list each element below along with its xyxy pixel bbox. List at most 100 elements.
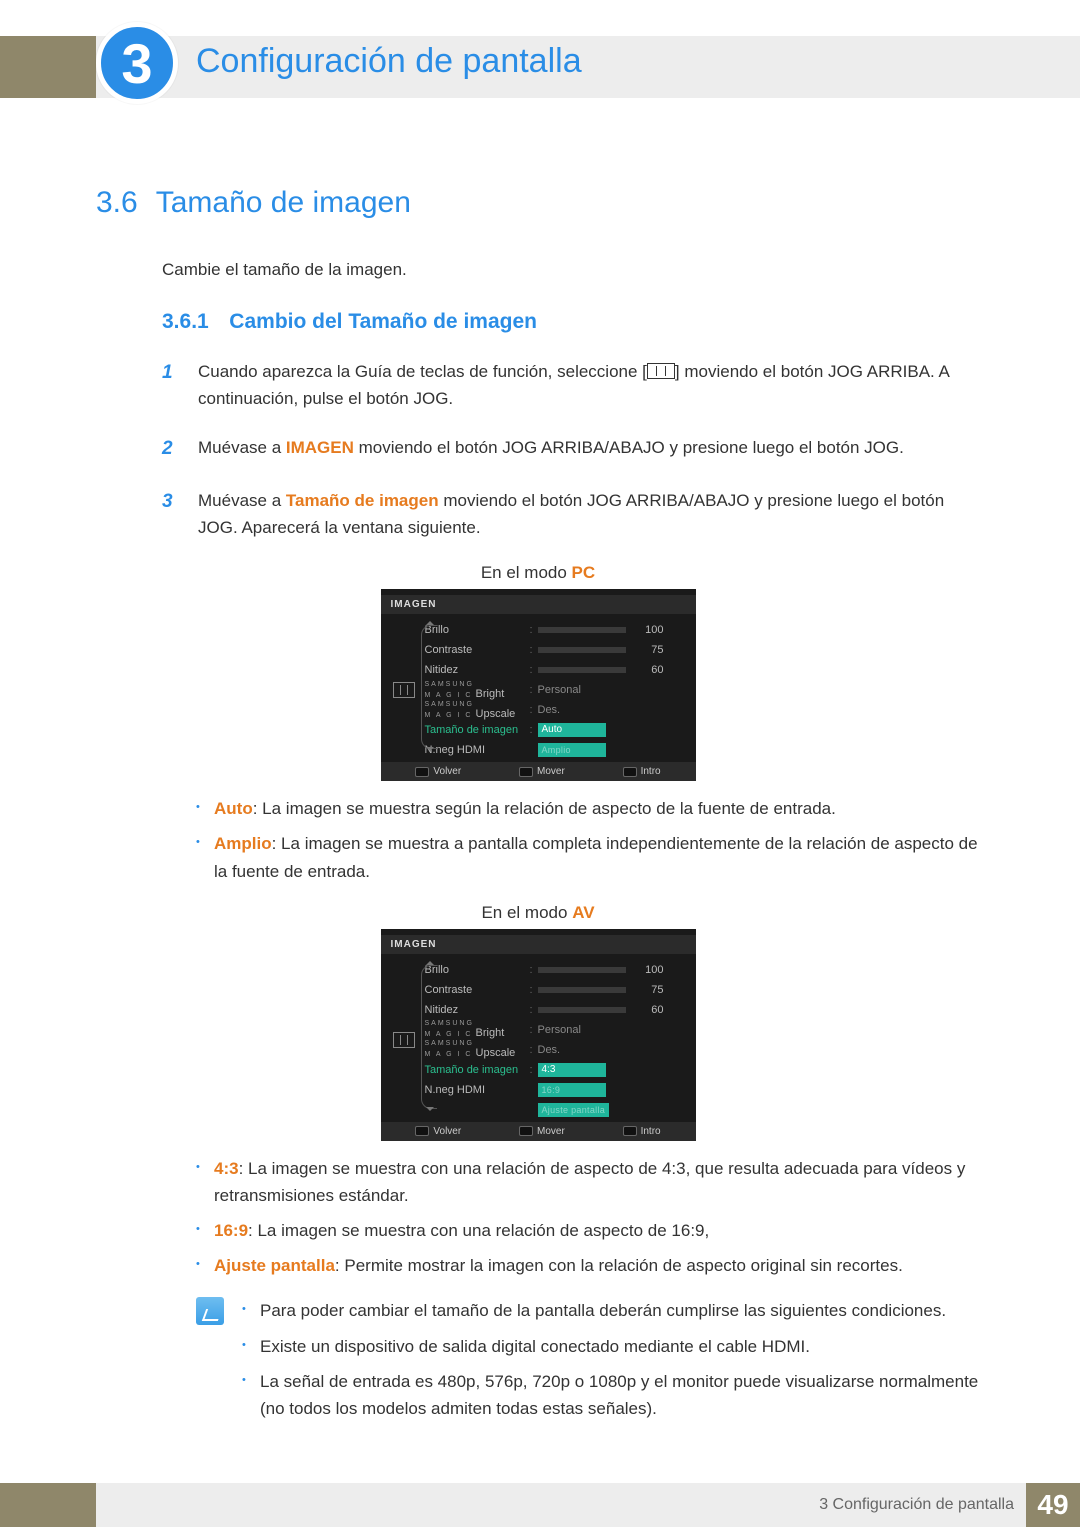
osd-row-contraste: Contraste:75 [425,980,688,1000]
suffix: Bright [476,1027,505,1039]
label: Contraste [425,644,530,656]
term: 16:9 [214,1221,248,1240]
value: Personal [538,684,581,696]
section-intro: Cambie el tamaño de la imagen. [162,260,980,280]
term: 4:3 [214,1159,239,1178]
osd-row-tamano: Tamaño de imagen:4:3 [425,1060,688,1080]
osd-panel: IMAGEN Brillo:100 Contraste:75 Nitidez:6… [381,589,696,781]
bullet-43: 4:3: La imagen se muestra con una relaci… [196,1155,980,1209]
option-selected: 4:3 [538,1063,606,1077]
osd-row-brillo: Brillo:100 [425,960,688,980]
note-box: Para poder cambiar el tamaño de la panta… [196,1297,980,1430]
term: Auto [214,799,253,818]
text: : La imagen se muestra a pantalla comple… [214,834,978,880]
osd-enter: Intro [623,766,661,777]
osd-back: Volver [415,1126,461,1137]
text: En el modo [481,903,572,922]
label: Tamaño de imagen [425,724,530,736]
page-content: 3.6 Tamaño de imagen Cambie el tamaño de… [96,186,980,1430]
section-title: Tamaño de imagen [156,186,411,220]
osd-panel: IMAGEN Brillo:100 Contraste:75 Nitidez:6… [381,929,696,1141]
osd-row-brillo: Brillo:100 [425,620,688,640]
value: 100 [634,624,664,636]
osd-row-tamano: Tamaño de imagen:Auto [425,720,688,740]
osd-row-contraste: Contraste:75 [425,640,688,660]
text: Muévase a [198,438,286,457]
menu-icon [647,363,675,379]
subsection-number: 3.6.1 [162,310,209,333]
value: 75 [634,984,664,996]
magic: M A G I C [425,1051,473,1058]
label: Brillo [425,964,530,976]
value: 75 [634,644,664,656]
osd-enter: Intro [623,1126,661,1137]
suffix: Upscale [476,708,516,720]
osd-footer: Volver Mover Intro [381,762,696,781]
option-selected: Auto [538,723,606,737]
footer-label: 3 Configuración de pantalla [819,1496,1014,1514]
page-number: 49 [1026,1483,1080,1527]
brand: SAMSUNG [425,681,530,688]
bullet-amplio: Amplio: La imagen se muestra a pantalla … [196,830,980,884]
osd-row-magic-upscale: SAMSUNGM A G I C Upscale:Des. [425,700,688,720]
step-2: 2 Muévase a IMAGEN moviendo el botón JOG… [162,434,980,464]
menu-icon [393,682,415,698]
text: : La imagen se muestra según la relación… [253,799,836,818]
note-item: La señal de entrada es 480p, 576p, 720p … [242,1368,980,1422]
step-number: 2 [162,434,182,464]
value: 60 [634,664,664,676]
av-options-list: 4:3: La imagen se muestra con una relaci… [196,1155,980,1280]
page-footer: 3 Configuración de pantalla 49 [0,1483,1080,1527]
note-item: Para poder cambiar el tamaño de la panta… [242,1297,980,1324]
step-text: Muévase a IMAGEN moviendo el botón JOG A… [198,434,980,464]
label: Nitidez [425,1004,530,1016]
label: N.neg HDMI [425,744,530,756]
chapter-title: Configuración de pantalla [196,42,582,81]
text: : La imagen se muestra con una relación … [214,1159,965,1205]
osd-footer: Volver Mover Intro [381,1122,696,1141]
menu-icon [393,1032,415,1048]
bullet-169: 16:9: La imagen se muestra con una relac… [196,1217,980,1244]
text: En el modo [481,563,572,582]
osd-row-option: N.neg HDMI Amplio [425,740,688,760]
osd-row-magic-bright: SAMSUNGM A G I C Bright:Personal [425,1020,688,1040]
osd-row-magic-upscale: SAMSUNGM A G I C Upscale:Des. [425,1040,688,1060]
osd-back: Volver [415,766,461,777]
text: : La imagen se muestra con una relación … [248,1221,709,1240]
option: Amplio [538,743,606,757]
value: 100 [634,964,664,976]
value: 60 [634,1004,664,1016]
osd-row-magic-bright: SAMSUNGM A G I C Bright:Personal [425,680,688,700]
osd-title: IMAGEN [381,595,696,614]
osd-title: IMAGEN [381,935,696,954]
suffix: Bright [476,688,505,700]
osd-row-option: Ajuste pantalla [425,1100,688,1120]
label: Tamaño de imagen [425,1064,530,1076]
note-list: Para poder cambiar el tamaño de la panta… [242,1297,980,1430]
brand: SAMSUNG [425,701,530,708]
subsection-title: Cambio del Tamaño de imagen [229,310,537,333]
osd-row-nitidez: Nitidez:60 [425,660,688,680]
osd-row-option: N.neg HDMI16:9 [425,1080,688,1100]
header-accent [0,36,96,98]
suffix: Upscale [476,1047,516,1059]
brand: SAMSUNG [425,1040,530,1047]
magic: M A G I C [425,692,473,699]
text: Muévase a [198,491,286,510]
osd-move: Mover [519,766,565,777]
magic: M A G I C [425,1031,473,1038]
magic: M A G I C [425,712,473,719]
chapter-number-badge: 3 [96,22,178,104]
pc-options-list: Auto: La imagen se muestra según la rela… [196,795,980,885]
step-3: 3 Muévase a Tamaño de imagen moviendo el… [162,487,980,541]
step-list: 1 Cuando aparezca la Guía de teclas de f… [162,358,980,541]
section-heading: 3.6 Tamaño de imagen [96,186,980,220]
term: Ajuste pantalla [214,1256,335,1275]
bullet-auto: Auto: La imagen se muestra según la rela… [196,795,980,822]
subsection-heading: 3.6.1 Cambio del Tamaño de imagen [162,310,980,334]
mode-caption-av: En el modo AV [96,903,980,923]
label: Brillo [425,624,530,636]
text: Cuando aparezca la Guía de teclas de fun… [198,362,647,381]
term: Amplio [214,834,272,853]
step-number: 1 [162,358,182,412]
